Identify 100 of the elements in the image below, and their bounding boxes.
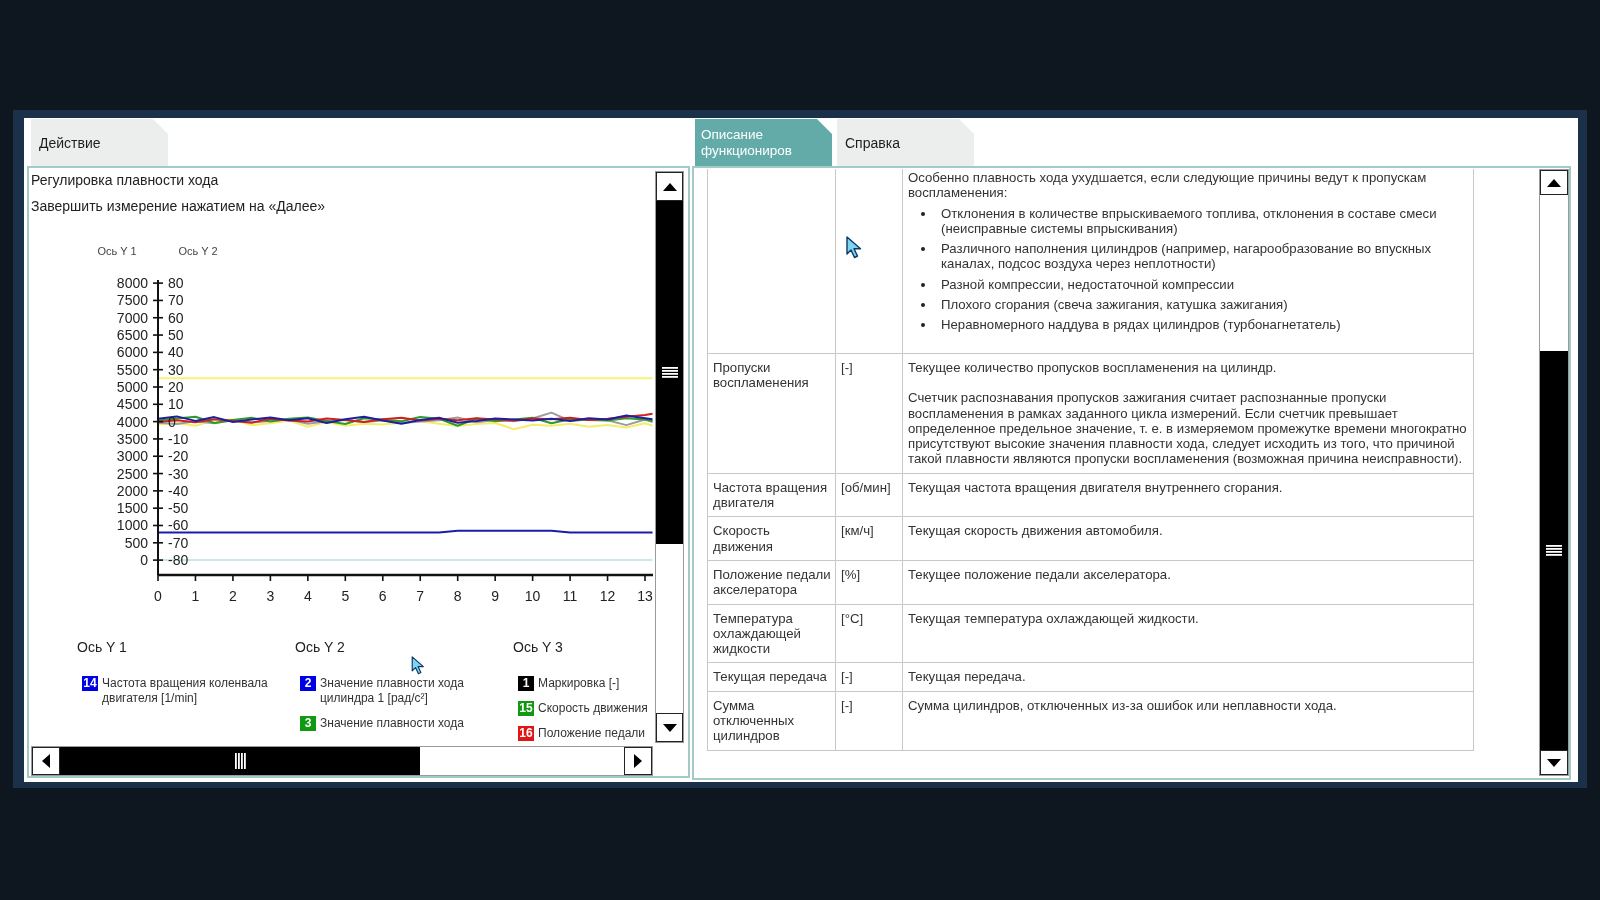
axis-tick-label: 12 bbox=[599, 588, 616, 604]
table-cell: Частота вращения двигателя bbox=[707, 473, 836, 517]
legend-number: 2 bbox=[300, 676, 316, 691]
axis-tick-label: 2000 bbox=[116, 482, 148, 499]
table-cell: Сумма отключенных цилиндров bbox=[707, 691, 836, 751]
list-item-text: Плохого сгорания (свеча зажигания, катушка зажигания) bbox=[941, 297, 1288, 313]
scrollbar-thumb[interactable] bbox=[60, 747, 420, 775]
scroll-left-button[interactable] bbox=[32, 747, 60, 775]
legend-heading: Ось Y 2 bbox=[295, 639, 346, 655]
axis-tick-label: 5000 bbox=[116, 379, 148, 395]
arrow-down-icon bbox=[662, 723, 677, 732]
axis-tick-label: 10 bbox=[168, 396, 184, 413]
axis-tick-label: -10 bbox=[168, 430, 189, 447]
axis-tick-label: 10 bbox=[524, 588, 541, 604]
legend-label: Значение плавности хода цилиндра 1 [рад/с²] bbox=[320, 676, 465, 706]
axis-tick-label: 9 bbox=[491, 588, 500, 604]
bullet-icon bbox=[921, 282, 925, 287]
table-cell: Скорость движения bbox=[707, 516, 836, 561]
axis-tick-label: 7500 bbox=[116, 292, 148, 309]
axis-tick-label: 6 bbox=[378, 588, 387, 604]
arrow-right-icon bbox=[634, 754, 642, 768]
mouse-pointer-icon bbox=[846, 236, 862, 259]
axis-tick-label: 6000 bbox=[116, 344, 148, 361]
axis-tick-label: 13 bbox=[637, 588, 653, 604]
description-text: Текущее количество пропусков воспламенения на цилиндр. bbox=[908, 359, 1278, 375]
scrollbar-thumb[interactable] bbox=[1540, 351, 1568, 750]
list-item-text: Отклонения в количестве впрыскиваемого топлива, отклонения в составе смеси (неисправные системы впрыскивания) bbox=[941, 205, 1438, 237]
axis-tick-label: -40 bbox=[168, 482, 189, 499]
axis-tick-label: 5 bbox=[341, 588, 350, 604]
axis-tick-label: 3 bbox=[266, 588, 275, 604]
scrollbar-thumb[interactable] bbox=[656, 201, 683, 544]
axis-tick-label: 2 bbox=[229, 588, 237, 604]
panel-title: Регулировка плавности хода bbox=[31, 171, 220, 189]
axis-tick-label: 70 bbox=[168, 292, 184, 309]
axis-tick-label: 6500 bbox=[116, 327, 148, 344]
axis-tick-label: 8000 bbox=[116, 275, 148, 292]
axis-tick-label: 20 bbox=[168, 379, 184, 395]
scroll-down-button[interactable] bbox=[656, 713, 683, 742]
legend-heading: Ось Y 3 bbox=[513, 639, 564, 655]
legend-heading: Ось Y 1 bbox=[77, 639, 128, 655]
axis-tick-label: 3500 bbox=[116, 430, 148, 447]
table-cell: Пропуски воспламенения bbox=[707, 353, 836, 474]
axis-tick-label: 40 bbox=[168, 344, 184, 361]
description-text: Счетчик распознавания пропусков зажигания считает распознанные пропуски воспламенения в рамках заданного цикла измерений. Если счетчик превышает определенное предельное значение, т. е. в измеряемом промежутке времени многократно присутствуют высокие значения плавности хода, следует исходить из того, что причиной такой плавности являются пропуски воспламенения (возможная причина неисправности). bbox=[908, 390, 1468, 467]
description-text: Текущая скорость движения автомобиля. bbox=[908, 523, 1164, 539]
grip-icon bbox=[234, 753, 246, 769]
legend-number: 14 bbox=[82, 676, 98, 691]
axis-tick-label: 4 bbox=[303, 588, 312, 604]
scroll-up-button[interactable] bbox=[656, 172, 683, 201]
table-cell: [-] bbox=[835, 662, 903, 692]
description-text: Текущая передача. bbox=[908, 669, 1027, 685]
tab[interactable]: Действие bbox=[31, 119, 168, 166]
bullet-icon bbox=[921, 211, 925, 216]
list-item-text: Различного наполнения цилиндров (например, нагарообразование во впускных каналах, подсос воздуха через неплотности) bbox=[941, 241, 1433, 272]
table-cell: [-] bbox=[835, 353, 903, 474]
grip-icon bbox=[1546, 545, 1562, 556]
scroll-down-button[interactable] bbox=[1540, 750, 1568, 775]
arrow-up-icon bbox=[662, 182, 677, 191]
axis-tick-label: 7 bbox=[416, 588, 425, 604]
axis-tick-label: 1500 bbox=[116, 500, 148, 517]
axis-tick-label: 8 bbox=[453, 588, 462, 604]
scroll-up-button[interactable] bbox=[1540, 170, 1568, 195]
axis-tick-label: -80 bbox=[168, 552, 189, 569]
table-cell: [км/ч] bbox=[835, 516, 903, 561]
axis-tick-label: -30 bbox=[168, 465, 189, 482]
bullet-icon bbox=[921, 247, 925, 252]
axis-tick-label: 80 bbox=[168, 275, 184, 292]
axis-title: Ось Y 1 bbox=[97, 245, 137, 257]
axis-tick-label: 30 bbox=[168, 361, 184, 378]
axis-tick-label: 11 bbox=[562, 588, 578, 604]
axis-tick-label: 0 bbox=[154, 588, 162, 604]
table-cell: [%] bbox=[835, 560, 903, 605]
scroll-right-button[interactable] bbox=[624, 747, 652, 775]
axis-tick-label: 2500 bbox=[116, 465, 148, 482]
axis-title: Ось Y 2 bbox=[178, 245, 218, 257]
table-cell: [-] bbox=[835, 691, 903, 751]
axis-tick-label: -70 bbox=[168, 534, 189, 551]
arrow-up-icon bbox=[1547, 178, 1561, 187]
axis-tick-label: 4000 bbox=[116, 413, 148, 430]
tab[interactable]: Справка bbox=[837, 119, 974, 166]
description-text: Текущая температура охлаждающей жидкости. bbox=[908, 610, 1200, 626]
description-text: Сумма цилиндров, отключенных из-за ошибок или неплавности хода. bbox=[908, 697, 1338, 713]
axis-tick-label: 60 bbox=[168, 309, 184, 326]
axis-tick-label: 500 bbox=[124, 534, 148, 551]
list-item-text: Разной компрессии, недостаточной компрессии bbox=[941, 276, 1234, 293]
table-cell: Текущая передача bbox=[707, 662, 836, 692]
axis-tick-label: 5500 bbox=[116, 361, 148, 378]
description-text: Текущая частота вращения двигателя внутреннего сгорания. bbox=[908, 479, 1284, 496]
axis-tick-label: 7000 bbox=[116, 309, 148, 326]
legend-label: Скорость движения bbox=[538, 701, 648, 716]
table-cell: [об/мин] bbox=[835, 473, 903, 517]
table-cell: [°C] bbox=[835, 604, 903, 663]
instruction-text: Завершить измерение нажатием на «Далее» bbox=[31, 197, 327, 215]
legend-number: 3 bbox=[300, 716, 316, 731]
legend-label: Положение педали bbox=[538, 726, 646, 741]
bullet-icon bbox=[921, 303, 925, 308]
axis-tick-label: -60 bbox=[168, 517, 189, 534]
axis-tick-label: -20 bbox=[168, 448, 189, 465]
legend-label: Значение плавности хода bbox=[320, 716, 464, 731]
grip-icon bbox=[661, 367, 678, 378]
